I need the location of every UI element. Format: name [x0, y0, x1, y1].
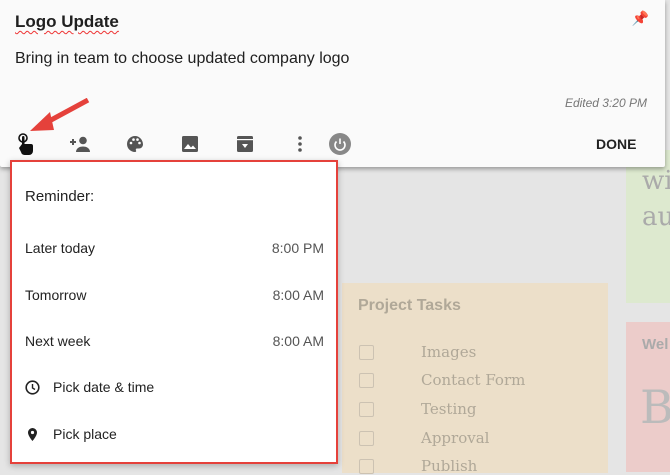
annotation-arrow: [30, 98, 90, 131]
option-time: 8:00 AM: [272, 287, 324, 303]
checkbox[interactable]: [359, 458, 374, 474]
task-label: Testing: [421, 400, 477, 418]
note-text: au: [642, 202, 670, 232]
reminder-option-next-week[interactable]: Next week 8:00 AM: [25, 333, 324, 349]
note-text: B: [640, 380, 670, 434]
pick-date-time-option[interactable]: Pick date & time: [25, 379, 324, 395]
archive-icon[interactable]: [233, 132, 257, 156]
pin-icon[interactable]: 📌: [632, 10, 649, 27]
checkbox[interactable]: [359, 344, 374, 360]
task-item[interactable]: Contact Form: [359, 371, 525, 389]
note-title[interactable]: Logo Update: [15, 12, 119, 32]
remind-me-icon[interactable]: [14, 132, 38, 156]
more-icon[interactable]: [288, 132, 312, 156]
task-label: Approval: [421, 429, 490, 447]
task-item[interactable]: Testing: [359, 400, 477, 418]
option-label: Later today: [25, 240, 96, 256]
option-label: Tomorrow: [25, 287, 87, 303]
note-body[interactable]: Bring in team to choose updated company …: [15, 50, 349, 68]
task-label: Publish: [421, 457, 478, 475]
reminder-option-later-today[interactable]: Later today 8:00 PM: [25, 240, 324, 256]
option-time: 8:00 PM: [271, 240, 324, 256]
note-editor: Logo Update 📌 Bring in team to choose up…: [0, 0, 665, 167]
background-note-green[interactable]: wi au: [626, 150, 670, 303]
clock-icon: [25, 379, 40, 395]
option-time: 8:00 AM: [272, 333, 324, 349]
note-title: Wel: [642, 336, 669, 353]
option-label: Pick place: [53, 426, 117, 442]
checkbox[interactable]: [359, 372, 374, 388]
task-label: Contact Form: [421, 371, 526, 389]
location-pin-icon: [28, 427, 37, 441]
background-note-red[interactable]: Wel B: [626, 322, 670, 472]
task-label: Images: [421, 343, 477, 361]
task-item[interactable]: Publish: [359, 457, 477, 475]
note-title: Project Tasks: [358, 297, 461, 314]
checkbox[interactable]: [359, 430, 374, 446]
option-label: Pick date & time: [53, 379, 155, 395]
done-button[interactable]: DONE: [596, 136, 636, 152]
reminder-dropdown: Reminder: Later today 8:00 PM Tomorrow 8:0…: [10, 160, 338, 464]
palette-icon[interactable]: [123, 132, 147, 156]
task-item[interactable]: Images: [359, 343, 476, 361]
checkbox[interactable]: [359, 401, 374, 417]
image-icon[interactable]: [178, 132, 202, 156]
collaborator-icon[interactable]: [68, 132, 92, 156]
task-item[interactable]: Approval: [359, 429, 489, 447]
reminder-option-tomorrow[interactable]: Tomorrow 8:00 AM: [25, 287, 324, 303]
reminder-heading: Reminder:: [25, 188, 324, 205]
power-icon[interactable]: [328, 132, 352, 156]
pick-place-option[interactable]: Pick place: [25, 426, 324, 442]
option-label: Next week: [25, 333, 91, 349]
edited-timestamp: Edited 3:20 PM: [564, 96, 647, 110]
note-text: wi: [642, 166, 670, 196]
background-note-project-tasks[interactable]: Project Tasks Images Contact Form Testin…: [342, 283, 608, 475]
heading-label: Reminder:: [25, 188, 95, 205]
